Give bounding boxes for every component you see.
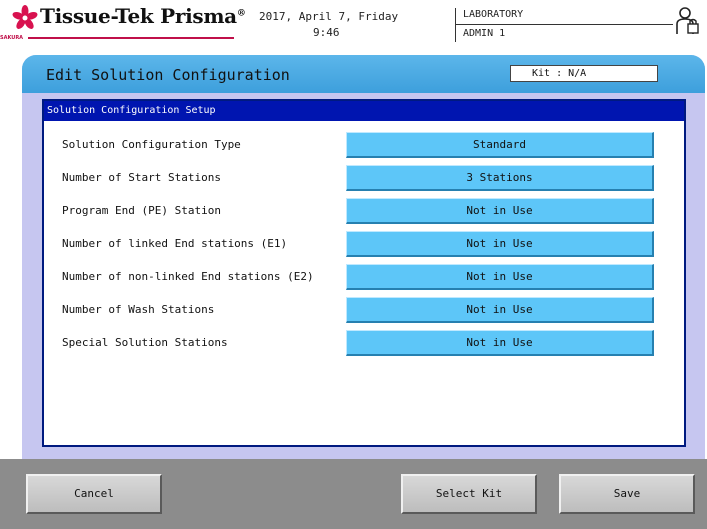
linked-end-stations-button[interactable]: Not in Use (346, 231, 654, 257)
header-divider (455, 8, 456, 42)
non-linked-end-stations-label: Number of non-linked End stations (E2) (62, 270, 314, 283)
kit-indicator: Kit : N/A (510, 65, 658, 82)
select-kit-button[interactable]: Select Kit (401, 474, 537, 514)
wash-stations-button[interactable]: Not in Use (346, 297, 654, 323)
special-solution-stations-button[interactable]: Not in Use (346, 330, 654, 356)
footer-bar: Cancel Select Kit Save (0, 459, 707, 529)
wash-stations-label: Number of Wash Stations (62, 303, 215, 316)
date-display: 2017, April 7, Friday (259, 10, 399, 23)
solution-config-type-button[interactable]: Standard (346, 132, 654, 158)
special-solution-stations-label: Special Solution Stations (62, 336, 228, 349)
page-title: Edit Solution Configuration (46, 66, 290, 84)
user-label: ADMIN 1 (463, 28, 506, 39)
time-display: 9:46 (313, 26, 340, 39)
non-linked-end-stations-button[interactable]: Not in Use (346, 264, 654, 290)
start-stations-button[interactable]: 3 Stations (346, 165, 654, 191)
user-lock-icon[interactable] (675, 6, 701, 36)
solution-config-type-label: Solution Configuration Type (62, 138, 241, 151)
linked-end-stations-label: Number of linked End stations (E1) (62, 237, 288, 250)
solution-setup-frame: Solution Configuration Setup Solution Co… (42, 99, 686, 447)
sakura-flower-icon (12, 5, 38, 29)
title-bar: Edit Solution Configuration Kit : N/A (22, 55, 705, 93)
header-underline (455, 24, 673, 25)
main-panel: Edit Solution Configuration Kit : N/A So… (22, 55, 705, 459)
product-logo: Tissue-Tek Prisma® (40, 4, 246, 28)
section-header: Solution Configuration Setup (44, 101, 684, 121)
brand-tagline-bar (28, 37, 234, 39)
program-end-station-button[interactable]: Not in Use (346, 198, 654, 224)
start-stations-label: Number of Start Stations (62, 171, 221, 184)
app-header: Tissue-Tek Prisma® SAKURA 2017, April 7,… (0, 0, 707, 48)
program-end-station-label: Program End (PE) Station (62, 204, 221, 217)
location-label: LABORATORY (463, 9, 524, 20)
cancel-button[interactable]: Cancel (26, 474, 162, 514)
save-button[interactable]: Save (559, 474, 695, 514)
